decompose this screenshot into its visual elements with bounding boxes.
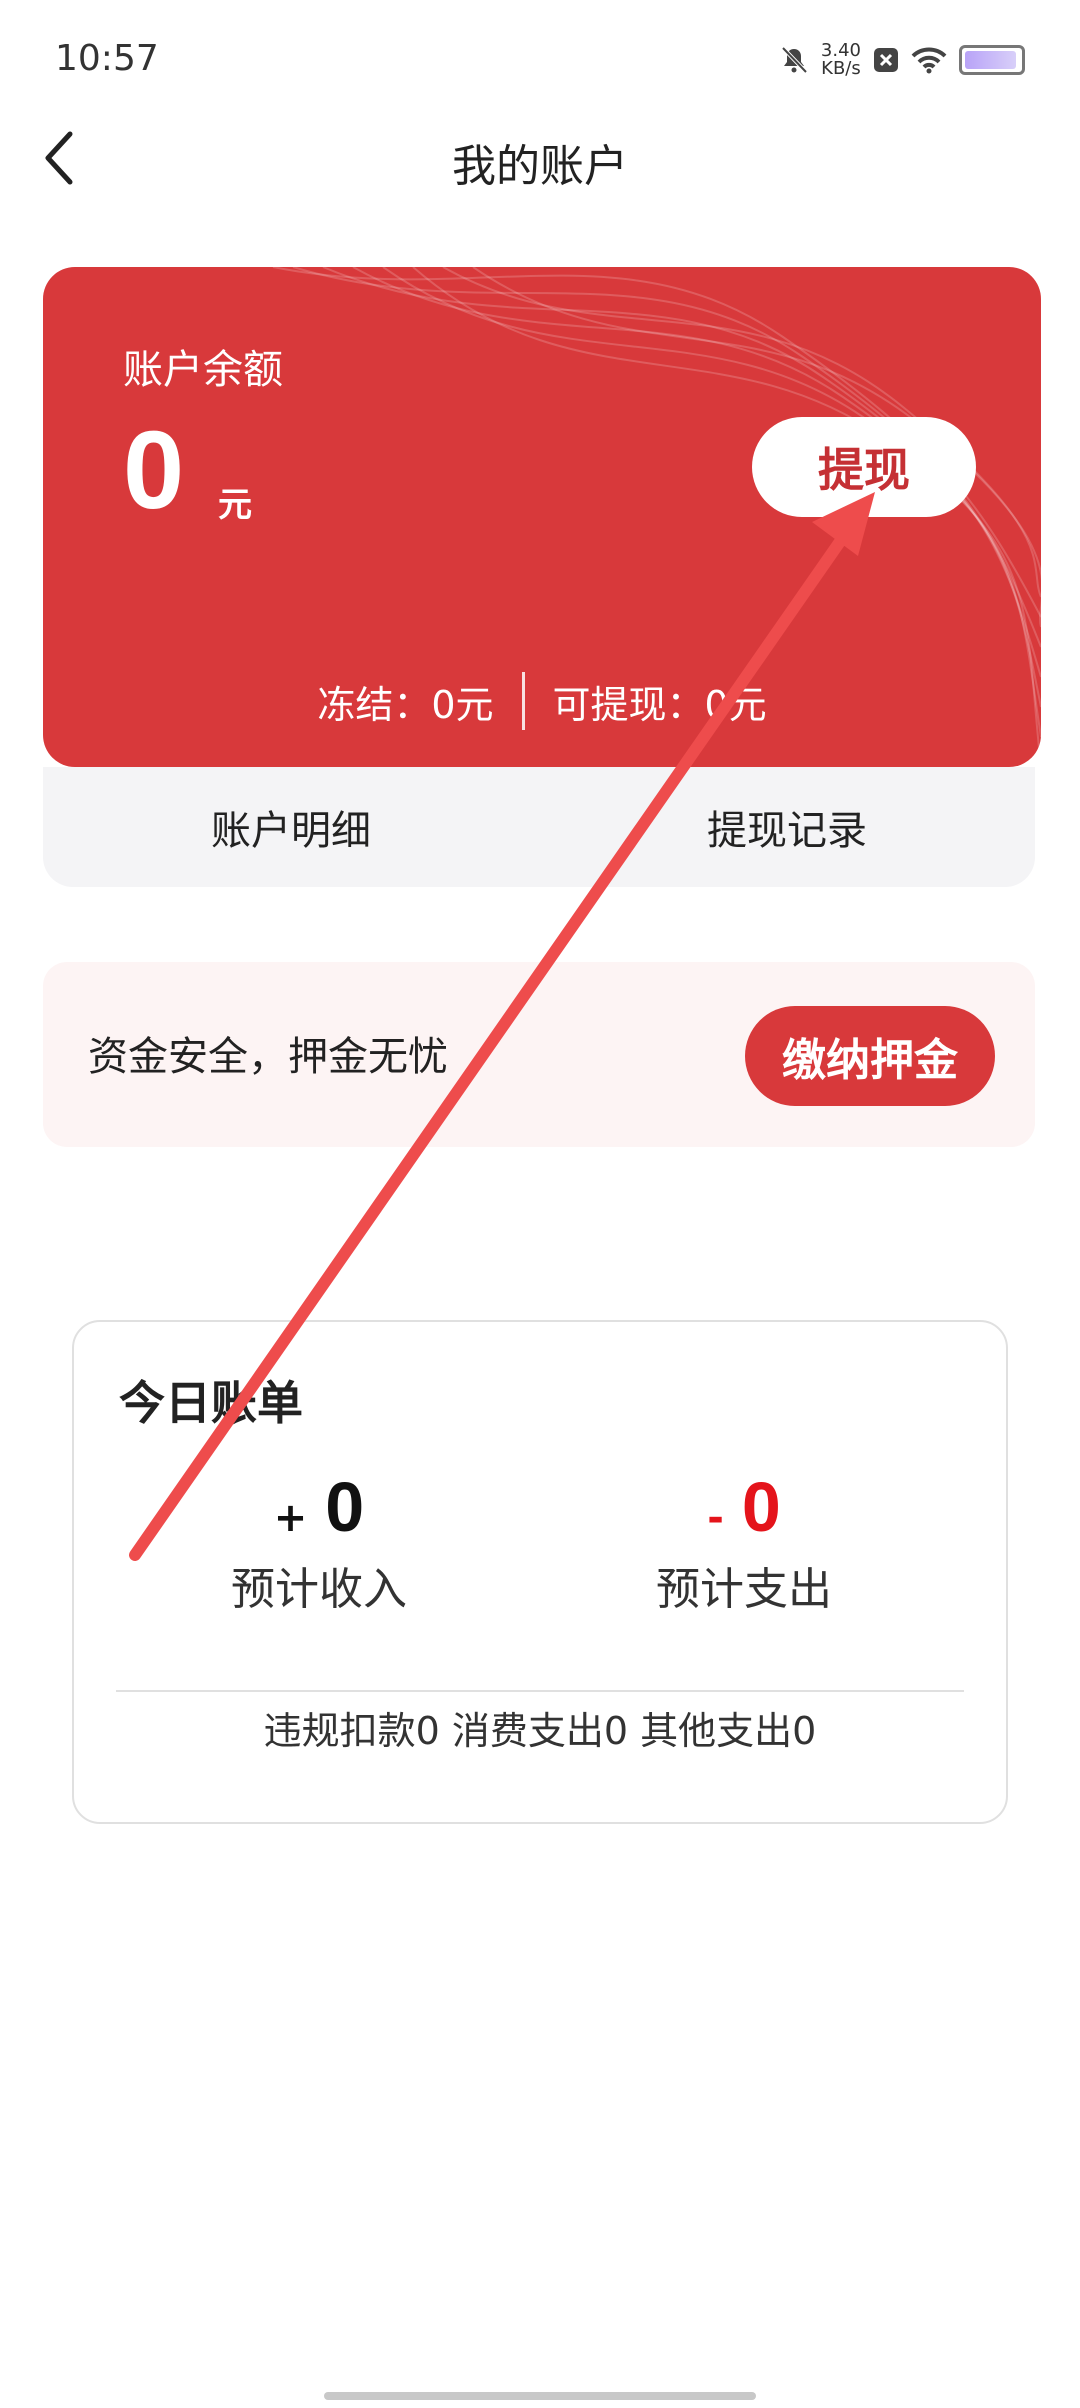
- status-time: 10:57: [55, 38, 159, 79]
- status-icons: 3.40 KB/s: [779, 42, 1025, 78]
- expense-label: 预计支出: [656, 1564, 832, 1615]
- balance-label: 账户余额: [123, 347, 283, 393]
- balance-card: 账户余额 0 元 提现 冻结：0元 可提现：0元: [43, 267, 1041, 767]
- page-title: 我的账户: [452, 141, 628, 192]
- deposit-message: 资金安全，押金无忧: [88, 1034, 448, 1080]
- expense-value: 0: [741, 1468, 781, 1546]
- withdraw-button[interactable]: 提现: [752, 417, 976, 517]
- speed-unit: KB/s: [821, 58, 861, 79]
- battery-icon: [959, 45, 1025, 75]
- tab-withdraw-records[interactable]: 提现记录: [539, 767, 1035, 887]
- income-column: +0 预计收入: [169, 1467, 469, 1617]
- income-label: 预计收入: [231, 1564, 407, 1615]
- tab-account-detail[interactable]: 账户明细: [43, 767, 539, 887]
- divider: [521, 672, 525, 730]
- income-value: 0: [325, 1468, 365, 1546]
- deposit-banner: 资金安全，押金无忧 缴纳押金: [43, 962, 1035, 1147]
- balance-amount: 0: [123, 409, 185, 532]
- notification-x-icon: [874, 48, 898, 72]
- income-sign: +: [273, 1495, 308, 1541]
- pay-deposit-button[interactable]: 缴纳押金: [745, 1006, 995, 1106]
- bill-breakdown: 违规扣款0 消费支出0 其他支出0: [263, 1709, 817, 1753]
- home-indicator[interactable]: [324, 2392, 756, 2400]
- mute-bell-icon: [781, 46, 808, 74]
- daily-bill-title: 今日账单: [119, 1376, 303, 1430]
- expense-column: -0 预计支出: [594, 1467, 894, 1617]
- withdrawable-amount: 可提现：0元: [552, 682, 767, 727]
- network-speed: 3.40 KB/s: [821, 42, 861, 78]
- balance-unit: 元: [218, 485, 252, 525]
- account-tabs: 账户明细 提现记录: [43, 767, 1035, 887]
- balance-breakdown: 冻结：0元 可提现：0元: [43, 672, 1041, 730]
- expense-sign: -: [707, 1495, 724, 1541]
- bill-divider: [116, 1690, 964, 1692]
- frozen-amount: 冻结：0元: [317, 682, 494, 727]
- daily-bill-card: 今日账单 +0 预计收入 -0 预计支出 违规扣款0 消费支出0 其他支出0: [72, 1320, 1008, 1824]
- wifi-icon: [911, 47, 947, 74]
